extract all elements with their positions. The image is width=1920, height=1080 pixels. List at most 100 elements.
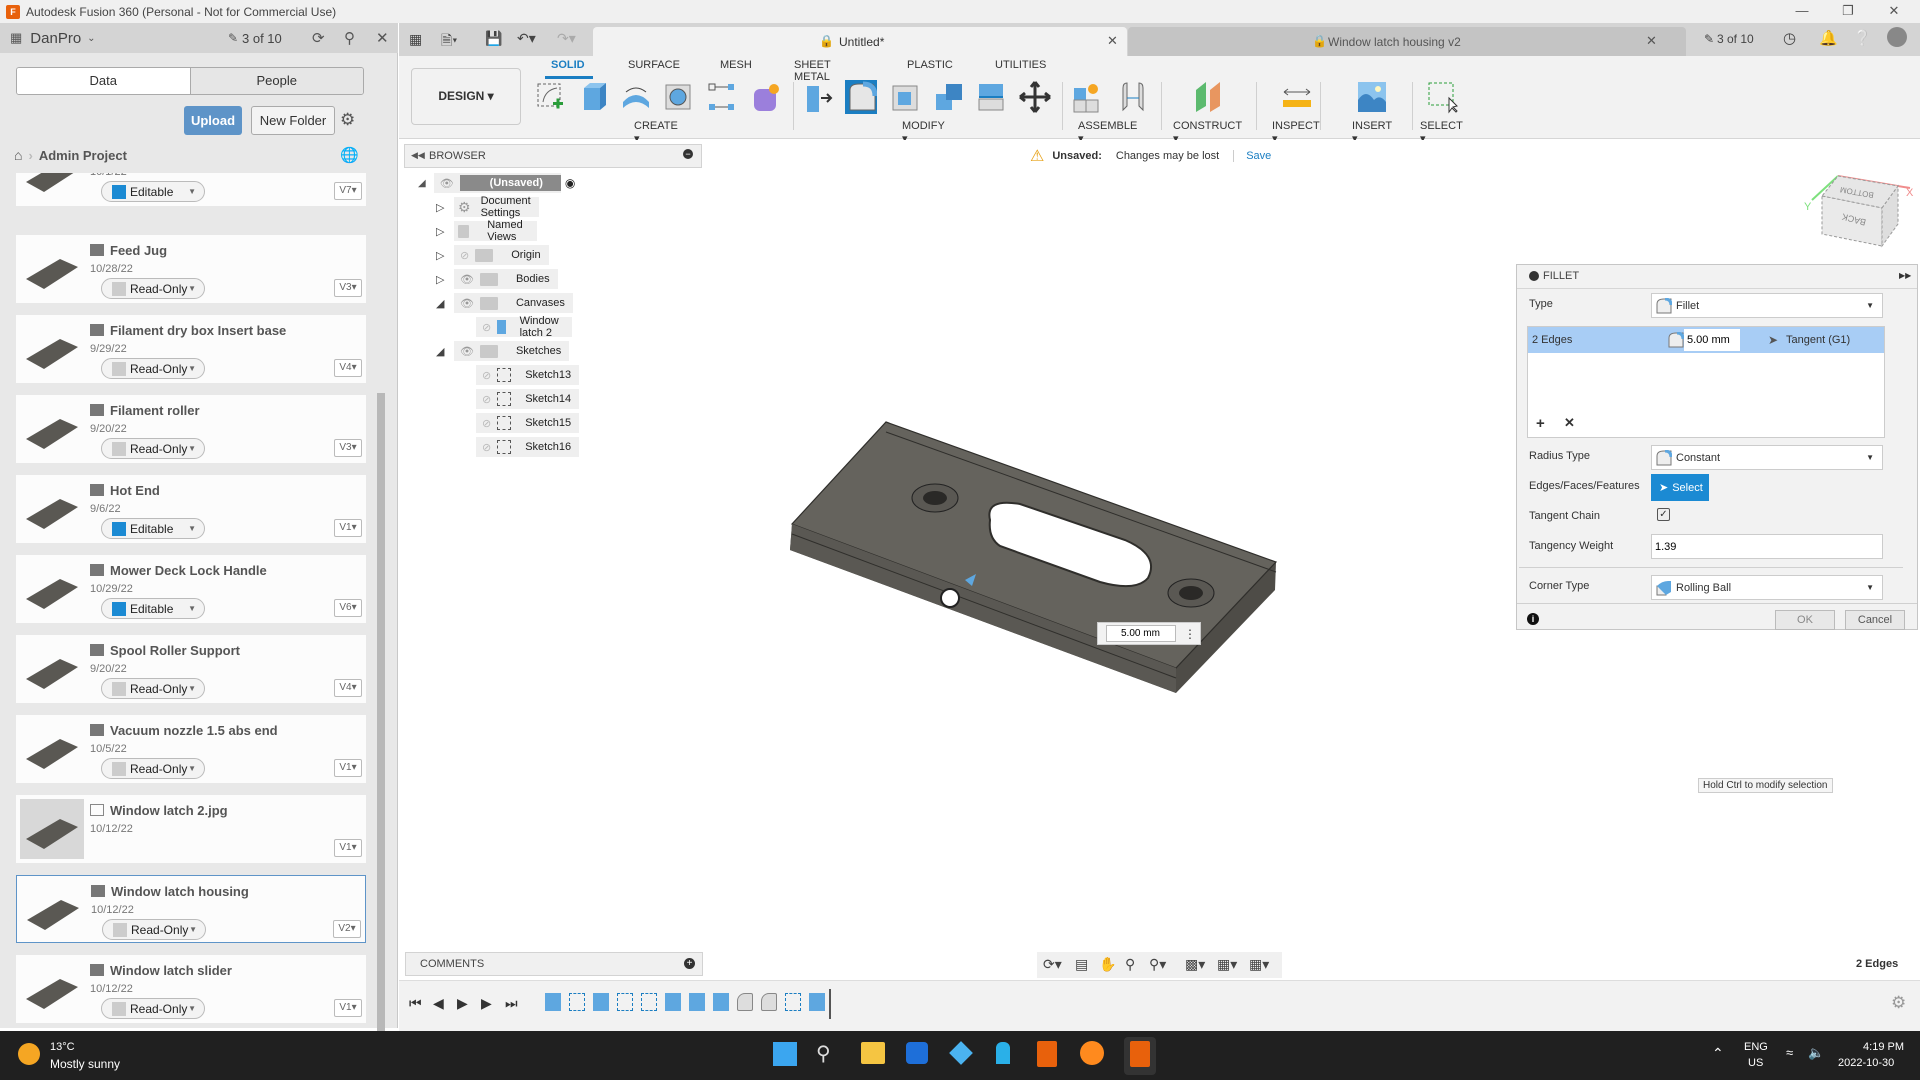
restore-button[interactable]: ❐	[1828, 0, 1868, 23]
file-card[interactable]: Window latch 2.jpg 10/12/22 V1▾	[16, 795, 366, 863]
save-link[interactable]: Save	[1233, 150, 1271, 162]
version-dropdown[interactable]: V1▾	[334, 999, 362, 1017]
breadcrumb-project[interactable]: Admin Project	[39, 148, 127, 163]
tab-solid[interactable]: SOLID	[551, 59, 585, 71]
visibility-eye-icon[interactable]: 👁	[460, 345, 474, 358]
app-diamond-icon[interactable]	[949, 1041, 973, 1065]
visibility-eye-icon[interactable]: 👁	[460, 273, 474, 286]
home-icon[interactable]: ⌂	[14, 147, 22, 163]
user-avatar[interactable]	[1887, 27, 1907, 47]
save-icon[interactable]: 💾	[485, 30, 502, 47]
collapse-triangle-icon[interactable]: ◢	[436, 297, 444, 310]
collapse-triangle-icon[interactable]: ◢	[418, 178, 426, 189]
notifications-icon[interactable]: 🔔	[1819, 29, 1838, 47]
browser-node[interactable]: ⊘ Window latch 2	[476, 315, 573, 339]
fusion-360-active-icon[interactable]	[1130, 1041, 1150, 1067]
fillet-manipulator-handle[interactable]	[940, 588, 960, 608]
workspace-switcher[interactable]: DESIGN ▾	[411, 68, 521, 125]
viewcube[interactable]: X Y BOTTOM BACK	[1800, 158, 1915, 248]
add-comment-icon[interactable]: +	[684, 958, 695, 969]
wifi-icon[interactable]: ≈	[1786, 1045, 1793, 1060]
file-thumbnail[interactable]	[20, 239, 84, 299]
history-icon[interactable]: ◷	[1783, 29, 1796, 47]
permission-dropdown[interactable]: Read-Only ▼	[101, 278, 205, 299]
visibility-eye-icon[interactable]: ⊘	[460, 249, 469, 262]
file-card[interactable]: 10/1/22 Editable ▼ V7▾	[16, 173, 366, 206]
pattern-icon[interactable]	[706, 80, 738, 114]
file-card[interactable]: Filament roller 9/20/22 Read-Only ▼ V3▾	[16, 395, 366, 463]
close-tab-icon[interactable]: ✕	[1107, 33, 1118, 49]
minimize-button[interactable]: —	[1782, 0, 1822, 23]
close-window-button[interactable]: ✕	[1874, 0, 1914, 23]
revolve-icon[interactable]	[620, 80, 652, 114]
app-grid-icon[interactable]: ▦	[409, 31, 422, 48]
expand-triangle-icon[interactable]: ▷	[436, 249, 444, 262]
measure-icon[interactable]	[1281, 80, 1313, 114]
tab-people[interactable]: People	[189, 68, 363, 94]
browser-node[interactable]: ◢ 👁 Sketches	[436, 341, 570, 361]
file-thumbnail[interactable]	[20, 559, 84, 619]
file-thumbnail[interactable]	[20, 639, 84, 699]
file-thumbnail[interactable]	[20, 399, 84, 459]
radius-hud-input[interactable]	[1106, 625, 1176, 642]
cancel-button[interactable]: Cancel	[1845, 610, 1905, 630]
file-name[interactable]: Hot End	[110, 483, 160, 498]
file-thumbnail[interactable]	[20, 719, 84, 779]
browser-node[interactable]: ▷ ⊘ Origin	[436, 245, 549, 265]
chevron-down-icon[interactable]: ⌄	[87, 33, 95, 44]
timeline-sketch-feature-icon[interactable]	[641, 993, 657, 1011]
visibility-eye-icon[interactable]: 👁	[440, 177, 454, 190]
fillet-icon[interactable]	[845, 80, 877, 114]
file-thumbnail[interactable]	[20, 173, 84, 202]
type-dropdown[interactable]: Fillet ▼	[1651, 293, 1883, 318]
timeline-fillet-feature-icon[interactable]	[737, 993, 753, 1011]
zoom-icon[interactable]: ⚲	[1125, 956, 1135, 973]
doc-tab-window-latch[interactable]: 🔒 Window latch housing v2 ✕	[1128, 27, 1686, 57]
timeline-sketch-feature-icon[interactable]	[569, 993, 585, 1011]
clock-time[interactable]: 4:19 PM	[1840, 1041, 1904, 1053]
info-icon[interactable]: i	[1527, 613, 1539, 625]
file-thumbnail[interactable]	[20, 479, 84, 539]
combine-icon[interactable]	[933, 80, 965, 114]
timeline-sketch-feature-icon[interactable]	[785, 993, 801, 1011]
shell-icon[interactable]	[890, 80, 922, 114]
tab-mesh[interactable]: MESH	[720, 59, 752, 71]
radius-type-dropdown[interactable]: Constant ▼	[1651, 445, 1883, 470]
visibility-hidden-icon[interactable]: ⊘	[482, 393, 491, 406]
fusion-360-icon[interactable]	[1037, 1041, 1057, 1067]
volume-icon[interactable]: 🔈	[1808, 1045, 1824, 1061]
weather-icon[interactable]	[18, 1043, 40, 1065]
remove-selection-icon[interactable]: ✕	[1564, 415, 1575, 431]
visibility-hidden-icon[interactable]: ⊘	[482, 321, 491, 334]
go-to-start-icon[interactable]: ⏮	[409, 995, 422, 1012]
version-dropdown[interactable]: V1▾	[334, 759, 362, 777]
file-explorer-icon[interactable]	[861, 1042, 885, 1064]
add-selection-icon[interactable]: +	[1536, 415, 1545, 432]
tangent-chain-checkbox[interactable]: ✓	[1657, 508, 1670, 521]
clock-date[interactable]: 2022-10-30	[1838, 1057, 1894, 1069]
expand-triangle-icon[interactable]: ▷	[436, 225, 444, 238]
version-dropdown[interactable]: V4▾	[334, 359, 362, 377]
app-c-icon[interactable]	[906, 1042, 928, 1064]
timeline-settings-icon[interactable]: ⚙	[1891, 993, 1906, 1013]
search-icon[interactable]: ⚲	[344, 29, 355, 47]
go-to-end-icon[interactable]: ⏭	[505, 995, 518, 1012]
permission-dropdown[interactable]: Editable ▼	[101, 598, 205, 619]
browser-node[interactable]: ▷ 👁 Bodies	[436, 269, 558, 289]
close-panel-icon[interactable]: ✕	[376, 29, 389, 47]
timeline-extrude-feature-icon[interactable]	[809, 993, 825, 1011]
browser-node[interactable]: ⊘ Sketch16	[476, 437, 580, 457]
firefox-icon[interactable]	[1080, 1041, 1104, 1065]
new-folder-button[interactable]: New Folder	[251, 106, 335, 135]
tab-plastic[interactable]: PLASTIC	[907, 59, 953, 71]
file-name[interactable]: Vacuum nozzle 1.5 abs end	[110, 723, 278, 738]
create-sketch-icon[interactable]	[535, 80, 567, 114]
close-tab-icon[interactable]: ✕	[1646, 33, 1657, 49]
collapse-browser-icon[interactable]: ◀◀	[411, 150, 425, 161]
orbit-icon[interactable]: ⟳▾	[1043, 956, 1062, 973]
browser-root[interactable]: ◢ 👁 (Unsaved) ◉	[418, 173, 575, 193]
upload-button[interactable]: Upload	[184, 106, 242, 135]
tangency-weight-input[interactable]	[1651, 534, 1883, 559]
display-settings-icon[interactable]: ▩▾	[1185, 956, 1205, 973]
permission-dropdown[interactable]: Read-Only ▼	[101, 678, 205, 699]
